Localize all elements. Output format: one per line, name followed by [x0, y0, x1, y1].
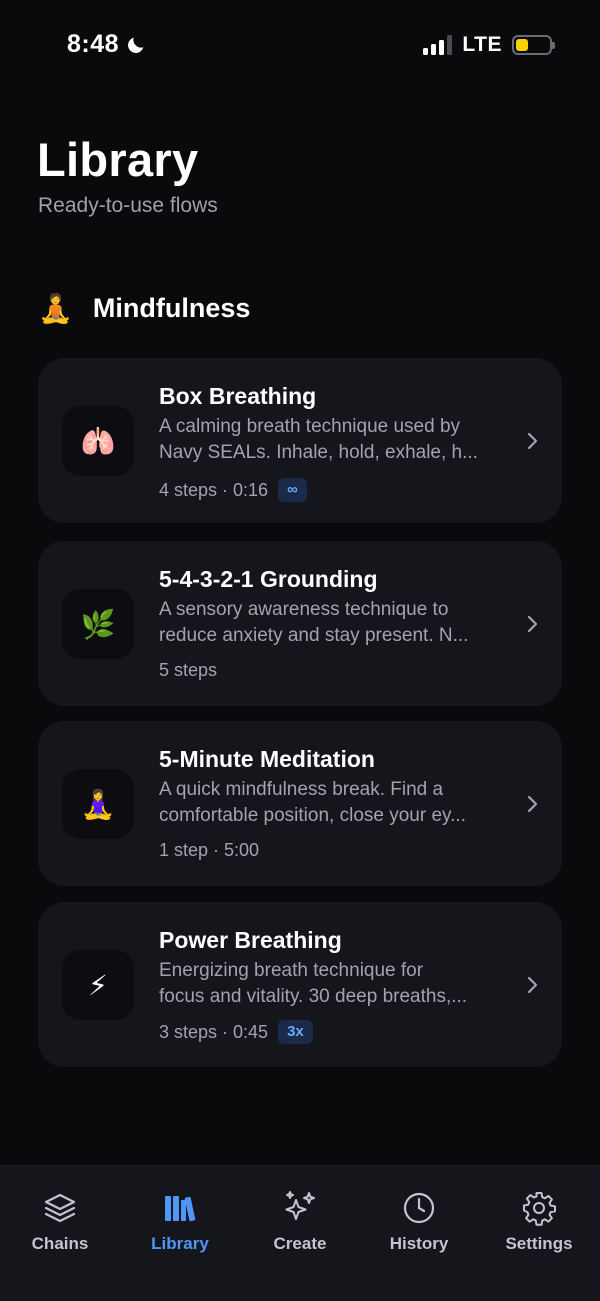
chevron-right-icon [527, 795, 538, 813]
lungs-icon: 🫁 [62, 406, 134, 476]
card-description-line: A calming breath technique used by [159, 416, 461, 437]
status-time: 8:48 [67, 30, 147, 59]
tab-bar: Chains Library Create History Settings [0, 1165, 600, 1301]
sparkles-icon [285, 1191, 315, 1220]
tab-settings[interactable]: Settings [484, 1190, 594, 1254]
flow-card-meditation[interactable]: 🧘‍♀️ 5-Minute Meditation A quick mindful… [38, 721, 562, 886]
battery-level [516, 39, 528, 51]
library-icon [165, 1196, 196, 1222]
card-title: Box Breathing [159, 383, 317, 409]
card-meta-text: 3 steps · 0:45 [159, 1021, 269, 1042]
tab-label: Create [273, 1234, 327, 1253]
status-bar: 8:48 LTE [0, 0, 600, 92]
card-meta: 3 steps · 0:45 3x [159, 1020, 313, 1044]
flow-card-grounding[interactable]: 🌿 5-4-3-2-1 Grounding A sensory awarenes… [38, 541, 562, 706]
lightning-icon: ⚡ [62, 950, 134, 1020]
meditation-icon: 🧘 [38, 293, 73, 324]
moon-icon [128, 37, 144, 53]
tab-history[interactable]: History [364, 1190, 474, 1254]
card-description: A calming breath technique used by Navy … [159, 414, 509, 466]
card-title: 5-4-3-2-1 Grounding [159, 566, 378, 592]
card-title: 5-Minute Meditation [159, 746, 375, 772]
card-description-line: comfortable position, close your ey... [159, 805, 466, 826]
signal-icon [423, 35, 453, 55]
card-meta: 4 steps · 0:16 ∞ [159, 478, 307, 502]
card-description-line: A sensory awareness technique to [159, 599, 449, 620]
layers-icon [44, 1193, 76, 1223]
page-subtitle: Ready-to-use flows [38, 194, 218, 217]
chevron-right-icon [527, 615, 538, 633]
status-indicators: LTE [423, 33, 555, 57]
section-header: 🧘 Mindfulness [38, 292, 250, 325]
card-meta: 1 step · 5:00 [159, 840, 259, 861]
card-meta-text: 1 step · 5:00 [159, 840, 260, 860]
card-description: Energizing breath technique for focus an… [159, 958, 509, 1010]
tab-library[interactable]: Library [125, 1190, 235, 1254]
card-meta-text: 4 steps · 0:16 [159, 479, 269, 500]
repeat-badge: ∞ [278, 478, 307, 502]
time-text: 8:48 [67, 30, 120, 58]
tab-label: Settings [505, 1234, 573, 1253]
card-description-line: Energizing breath technique for [159, 960, 424, 981]
card-description: A quick mindfulness break. Find a comfor… [159, 777, 509, 829]
tab-create[interactable]: Create [245, 1190, 355, 1254]
tab-chains[interactable]: Chains [5, 1190, 115, 1254]
card-description-line: focus and vitality. 30 deep breaths,... [159, 986, 468, 1007]
chevron-right-icon [527, 432, 538, 450]
card-meta: 5 steps [159, 660, 217, 681]
tab-label: Library [151, 1234, 209, 1253]
gear-icon [523, 1192, 556, 1226]
meditation-icon: 🧘‍♀️ [62, 769, 134, 839]
library-screen: 8:48 LTE Library Ready-to-use flows 🧘 Mi… [0, 0, 600, 1301]
network-label: LTE [462, 33, 502, 56]
chevron-right-icon [527, 976, 538, 994]
card-description-line: A quick mindfulness break. Find a [159, 779, 444, 800]
herb-icon: 🌿 [62, 589, 134, 659]
card-meta-text: 5 steps [159, 660, 218, 680]
repeat-badge: 3x [278, 1020, 313, 1044]
page-title: Library [37, 133, 199, 186]
section-title: Mindfulness [92, 293, 251, 323]
card-title: Power Breathing [159, 927, 342, 953]
flow-card-box-breathing[interactable]: 🫁 Box Breathing A calming breath techniq… [38, 358, 562, 523]
clock-icon [403, 1192, 435, 1224]
tab-label: History [389, 1234, 449, 1253]
card-description: A sensory awareness technique to reduce … [159, 597, 509, 649]
card-description-line: Navy SEALs. Inhale, hold, exhale, h... [159, 442, 478, 463]
card-description-line: reduce anxiety and stay present. N... [159, 625, 469, 646]
tab-label: Chains [31, 1234, 89, 1253]
battery-icon [512, 35, 555, 55]
flow-card-power-breathing[interactable]: ⚡ Power Breathing Energizing breath tech… [38, 902, 562, 1067]
